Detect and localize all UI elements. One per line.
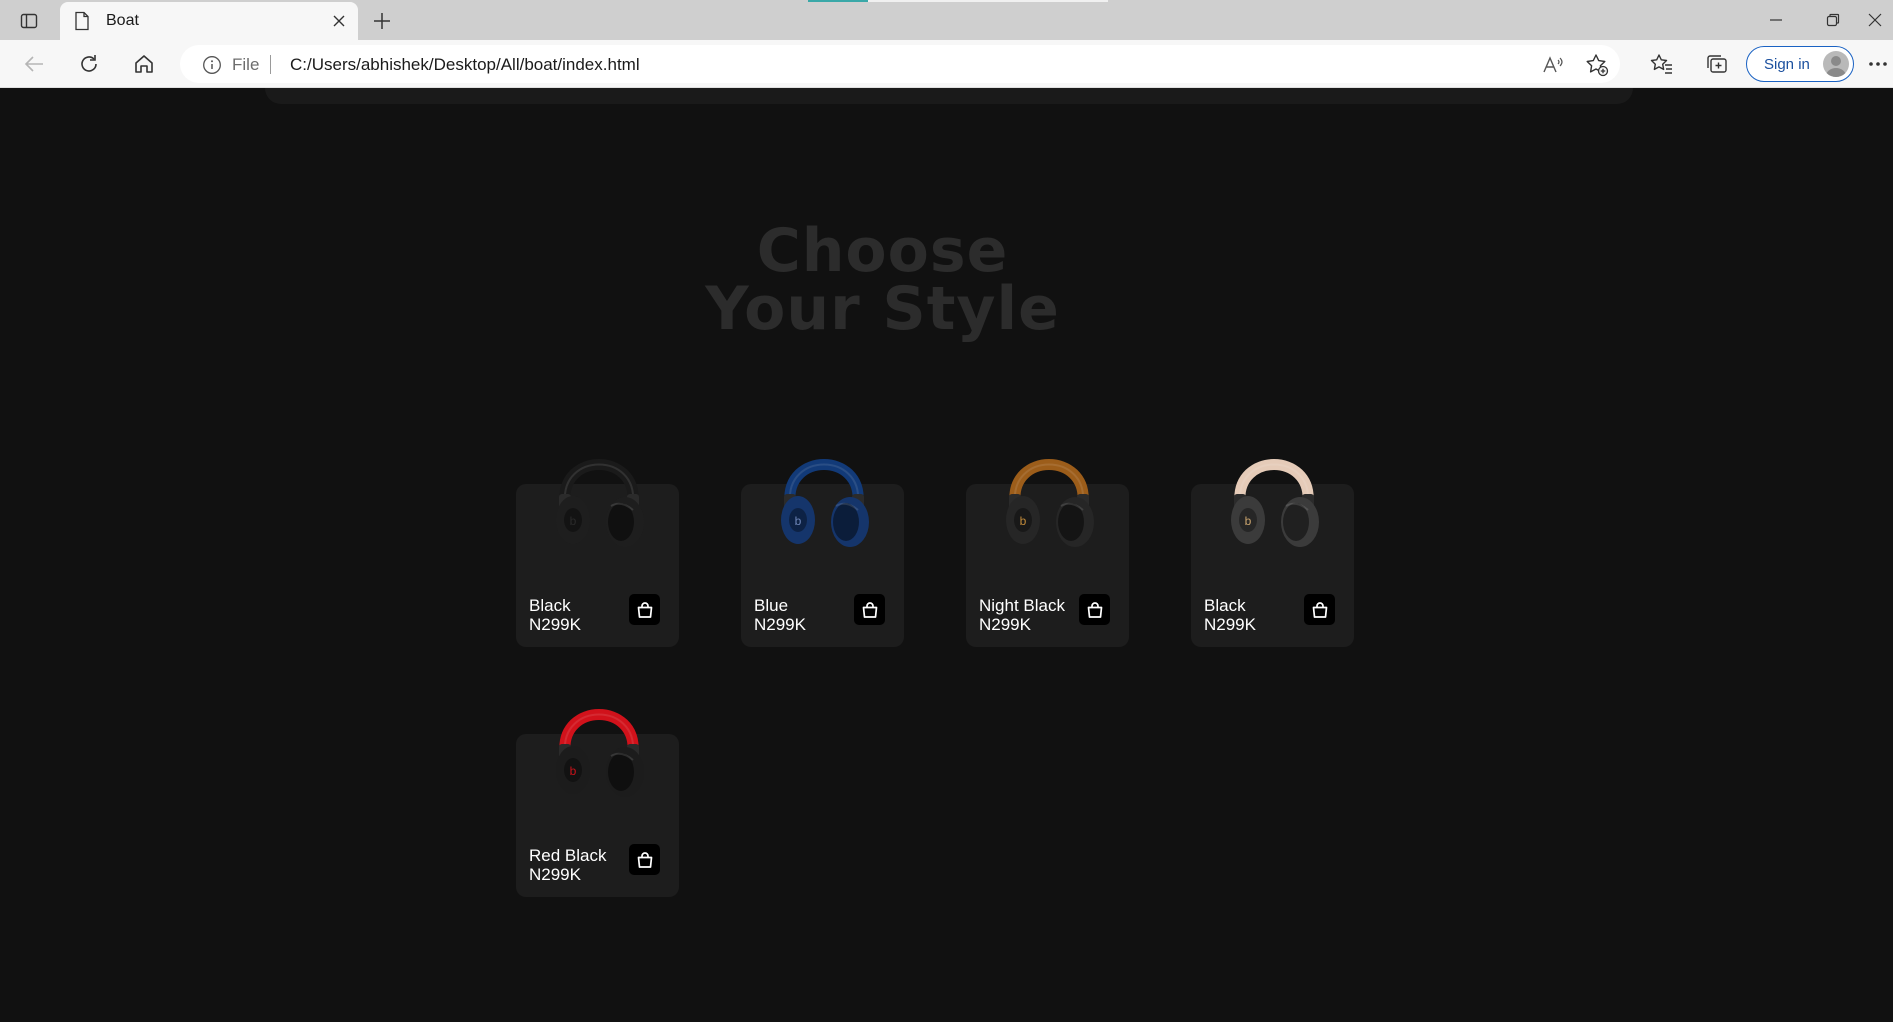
avatar-icon <box>1823 51 1849 77</box>
product-name: Black <box>1204 596 1246 615</box>
tab-bar: Boat <box>0 0 1893 40</box>
document-icon <box>74 11 90 36</box>
close-icon[interactable] <box>328 10 350 32</box>
add-to-cart-button[interactable] <box>629 844 660 875</box>
read-aloud-icon[interactable] <box>1540 52 1566 78</box>
add-to-cart-button[interactable] <box>1304 594 1335 625</box>
shopping-bag-icon <box>1312 601 1327 618</box>
product-name: Red Black <box>529 846 607 865</box>
svg-text:b: b <box>1245 514 1252 528</box>
headphones-image: b <box>1006 459 1094 547</box>
browser-toolbar: File C:/Users/abhishek/Desktop/All/boat/… <box>0 40 1893 88</box>
add-to-cart-button[interactable] <box>854 594 885 625</box>
product-name: Black <box>529 596 571 615</box>
product-card[interactable]: b Night Black N299K <box>966 459 1129 647</box>
more-icon[interactable] <box>1868 49 1893 79</box>
collections-icon[interactable] <box>1700 49 1732 79</box>
favorites-icon[interactable] <box>1646 49 1678 79</box>
heading-line-2: Your Style <box>705 274 1060 344</box>
product-card[interactable]: b Blue N299K <box>741 459 904 647</box>
shopping-bag-icon <box>862 601 877 618</box>
product-price: N299K <box>754 615 806 634</box>
loading-indicator <box>808 0 1108 2</box>
info-icon[interactable] <box>202 55 222 80</box>
svg-text:b: b <box>570 514 577 528</box>
restore-icon[interactable] <box>1813 6 1853 34</box>
svg-text:b: b <box>1020 514 1027 528</box>
headphones-image: b <box>556 709 644 797</box>
headphones-image: b <box>556 459 644 547</box>
add-favorite-icon[interactable] <box>1584 52 1610 78</box>
add-to-cart-button[interactable] <box>1079 594 1110 625</box>
refresh-icon[interactable] <box>73 49 105 79</box>
address-url[interactable]: C:/Users/abhishek/Desktop/All/boat/index… <box>290 55 640 75</box>
product-price: N299K <box>529 615 581 634</box>
sign-in-button[interactable]: Sign in <box>1746 46 1854 82</box>
shopping-bag-icon <box>637 601 652 618</box>
headphones-image: b <box>1231 459 1319 547</box>
shopping-bag-icon <box>1087 601 1102 618</box>
address-divider <box>270 55 271 74</box>
heading-line-1: Choose <box>756 216 1009 286</box>
address-bar[interactable]: File C:/Users/abhishek/Desktop/All/boat/… <box>180 45 1620 83</box>
product-name: Night Black <box>979 596 1065 615</box>
home-icon[interactable] <box>128 49 160 79</box>
product-card[interactable]: b Black N299K <box>516 459 679 647</box>
svg-text:b: b <box>570 764 577 778</box>
active-tab[interactable]: Boat <box>60 2 358 40</box>
svg-text:b: b <box>795 514 802 528</box>
product-card[interactable]: b Red Black N299K <box>516 709 679 897</box>
plus-icon[interactable] <box>368 7 396 35</box>
window-close-icon[interactable] <box>1868 6 1893 34</box>
tab-title: Boat <box>106 12 139 29</box>
product-price: N299K <box>1204 615 1256 634</box>
add-to-cart-button[interactable] <box>629 594 660 625</box>
shopping-bag-icon <box>637 851 652 868</box>
product-price: N299K <box>529 865 581 884</box>
sign-in-label: Sign in <box>1764 56 1810 73</box>
headphones-image: b <box>781 459 869 547</box>
page-heading: Choose Your Style <box>700 216 1065 344</box>
address-scheme-label: File <box>232 55 260 74</box>
product-name: Blue <box>754 596 789 615</box>
product-price: N299K <box>979 615 1031 634</box>
product-card[interactable]: b Black N299K <box>1191 459 1354 647</box>
tab-actions-icon[interactable] <box>14 8 44 34</box>
minimize-icon[interactable] <box>1756 6 1796 34</box>
back-icon[interactable] <box>18 49 50 79</box>
site-navbar-edge <box>265 88 1633 104</box>
